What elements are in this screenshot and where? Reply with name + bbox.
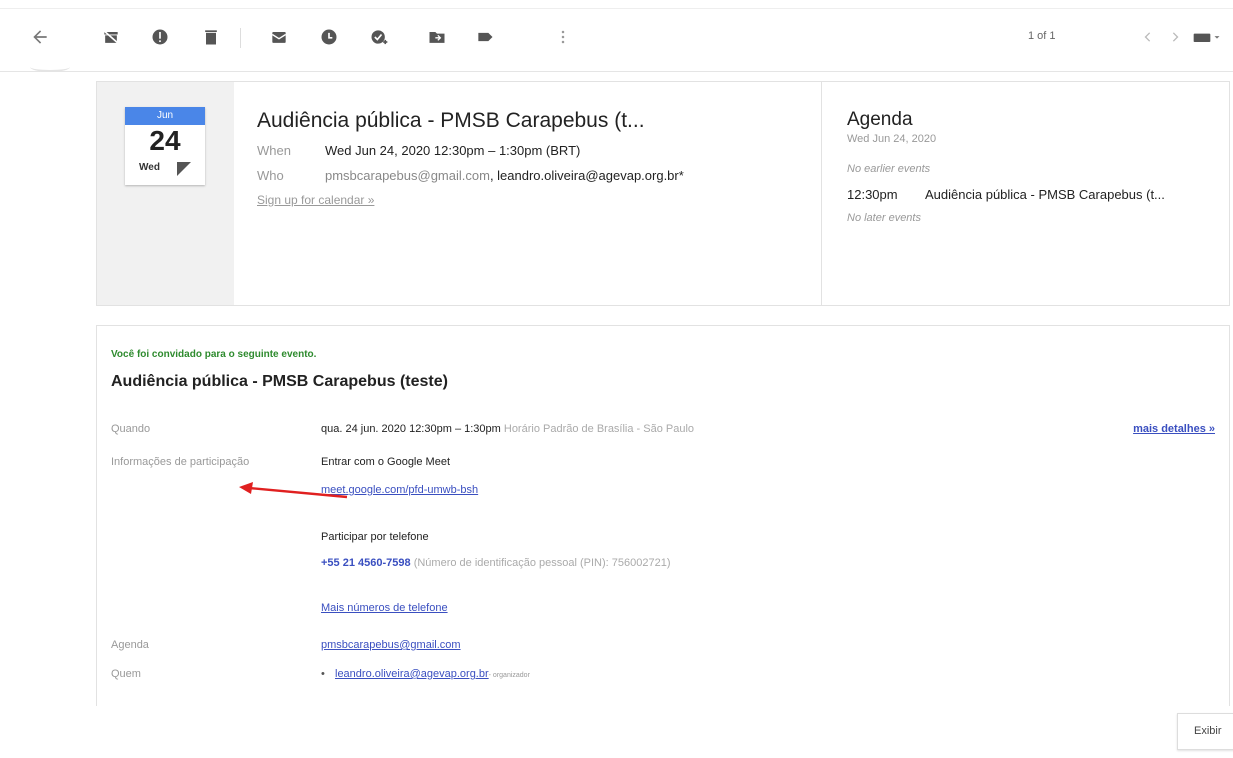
guest-list-item: • leandro.oliveira@agevap.org.br- organiz… [321,668,1121,680]
organizer-role: - organizador [488,672,530,679]
agenda-email-link[interactable]: pmsbcarapebus@gmail.com [321,639,1121,651]
report-spam-icon[interactable] [145,22,175,52]
who-email-1: pmsbcarapebus@gmail.com [325,168,490,183]
quando-timezone: Horário Padrão de Brasília - São Paulo [503,423,695,435]
when-row: When Wed Jun 24, 2020 12:30pm – 1:30pm (… [257,143,817,158]
agenda-label: Agenda [111,639,149,651]
invite-notice: Você foi convidado para o seguinte event… [111,349,317,360]
who-value: pmsbcarapebus@gmail.com, leandro.oliveir… [325,168,684,183]
participacao-label: Informações de participação [111,456,250,468]
chevron-left-icon[interactable] [1133,22,1163,52]
agenda-event[interactable]: 12:30pm Audiência pública - PMSB Carapeb… [847,185,1229,204]
delete-icon[interactable] [196,22,226,52]
agenda-title: Agenda [847,109,913,130]
quando-label: Quando [111,423,151,435]
phone-pin: (Número de identificação pessoal (PIN): … [413,557,671,569]
organizer-email-link[interactable]: leandro.oliveira@agevap.org.br [335,668,489,680]
message-toolbar: 1 of 1 [0,0,1233,72]
event-info: Audiência pública - PMSB Carapebus (t...… [257,109,817,207]
no-later-events: No later events [847,212,921,224]
date-day: 24 [149,125,181,156]
input-tools-icon[interactable] [1187,22,1227,52]
bullet-icon: • [321,668,325,680]
archive-icon[interactable] [96,22,126,52]
agenda-panel: Agenda Wed Jun 24, 2020 No earlier event… [821,82,1229,305]
move-to-icon[interactable] [422,22,452,52]
who-row: Who pmsbcarapebus@gmail.com, leandro.oli… [257,168,817,183]
mark-unread-icon[interactable] [264,22,294,52]
quando-datetime: qua. 24 jun. 2020 12:30pm – 1:30pm [321,423,501,435]
bottom-bar [0,706,1233,758]
back-arrow-icon[interactable] [25,22,55,52]
page-curl-icon [177,162,191,176]
invitation-body: Você foi convidado para o seguinte event… [96,325,1230,758]
phone-number[interactable]: +55 21 4560-7598 [321,557,411,569]
agenda-event-name: Audiência pública - PMSB Carapebus (t... [925,187,1165,202]
date-month: Jun [125,107,205,125]
date-column: Jun 24 Wed [97,82,234,305]
calendar-summary-card: Jun 24 Wed Audiência pública - PMSB Cara… [96,81,1230,306]
quando-value: qua. 24 jun. 2020 12:30pm – 1:30pm Horár… [321,423,1121,435]
when-value: Wed Jun 24, 2020 12:30pm – 1:30pm (BRT) [325,143,581,158]
more-numbers-link[interactable]: Mais números de telefone [321,602,1121,614]
exibir-button[interactable]: Exibir [1177,713,1233,750]
when-label: When [257,143,291,158]
label-icon[interactable] [470,22,500,52]
meet-link[interactable]: meet.google.com/pfd-umwb-bsh [321,484,1121,496]
more-details-link[interactable]: mais detalhes » [1133,423,1215,435]
agenda-date: Wed Jun 24, 2020 [847,133,937,145]
no-earlier-events: No earlier events [847,163,931,175]
header-shadow [30,62,70,72]
quem-label: Quem [111,668,141,680]
add-task-icon[interactable] [364,22,394,52]
top-divider [0,8,1233,9]
signup-calendar-link[interactable]: Sign up for calendar » [257,193,817,207]
date-weekday: Wed [139,162,160,173]
meet-text: Entrar com o Google Meet [321,456,451,468]
snooze-icon[interactable] [314,22,344,52]
red-annotation-arrow-icon [239,482,348,499]
chevron-right-icon[interactable] [1160,22,1190,52]
who-email-2: , leandro.oliveira@agevap.org.br* [489,168,684,183]
more-vert-icon[interactable] [548,22,578,52]
event-title: Audiência pública - PMSB Carapebus (t... [257,109,645,132]
phone-line: +55 21 4560-7598 (Número de identificaçã… [321,557,1121,569]
phone-text: Participar por telefone [321,531,429,543]
who-label: Who [257,168,284,183]
invite-title: Audiência pública - PMSB Carapebus (test… [111,373,448,390]
toolbar-divider [240,28,241,48]
agenda-event-time: 12:30pm [847,187,898,202]
calendar-date-icon: Jun 24 Wed [125,107,205,185]
pager-text: 1 of 1 [1028,30,1056,42]
